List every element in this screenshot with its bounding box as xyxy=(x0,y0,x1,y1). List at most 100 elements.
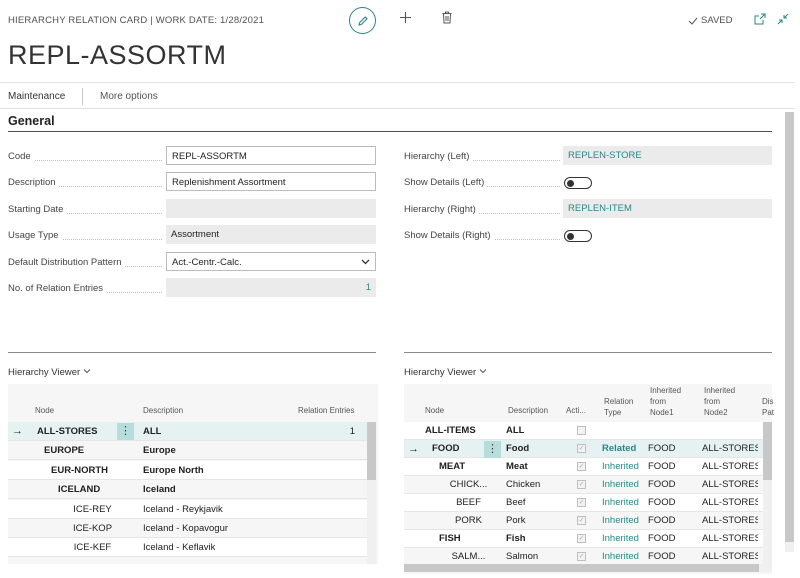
description-label: Description xyxy=(8,177,162,188)
node-cell[interactable]: PORK xyxy=(446,512,491,530)
table-row[interactable]: FISH Fish ✓ Inherited FOOD ALL-STORES xyxy=(404,530,763,548)
node-cell[interactable]: ALL-ITEMS xyxy=(425,422,476,440)
page-scrollbar[interactable] xyxy=(785,112,794,552)
active-checkbox[interactable]: ✓ xyxy=(577,444,586,453)
table-row[interactable]: CHICK... Chicken ✓ Inherited FOOD ALL-STORES xyxy=(404,476,763,494)
left-table-scrollbar[interactable] xyxy=(367,422,376,564)
relation-type-cell[interactable]: Inherited xyxy=(602,476,639,494)
col-relation-type-1[interactable]: Relation xyxy=(604,397,633,406)
relation-entries-cell xyxy=(288,519,355,538)
col-node[interactable]: Node xyxy=(35,406,54,415)
hierarchy-right-field[interactable]: REPLEN-ITEM xyxy=(563,199,772,218)
active-checkbox[interactable]: ✓ xyxy=(577,498,586,507)
arrow-right-icon: → xyxy=(408,443,419,455)
col-inherited-node2-2[interactable]: from xyxy=(704,397,720,406)
active-checkbox[interactable]: ✓ xyxy=(577,480,586,489)
table-row[interactable]: ICE-KEF Iceland - Keflavik xyxy=(8,538,367,558)
add-button[interactable] xyxy=(399,11,412,28)
active-checkbox[interactable]: ✓ xyxy=(577,552,586,561)
right-table-scrollbar[interactable] xyxy=(763,422,772,564)
table-row[interactable]: MEAT Meat ✓ Inherited FOOD ALL-STORES xyxy=(404,458,763,476)
open-new-window-icon xyxy=(754,13,766,25)
col-dis-2[interactable]: Pat xyxy=(762,408,774,417)
relation-type-cell[interactable]: Inherited xyxy=(602,530,639,548)
relation-type-cell[interactable]: Related xyxy=(602,440,636,458)
col-inherited-node1-2[interactable]: from xyxy=(650,397,666,406)
more-options-menu[interactable]: More options xyxy=(100,91,158,102)
col-inherited-node1-3[interactable]: Node1 xyxy=(650,408,674,417)
more-dots-icon[interactable]: ⋮ xyxy=(117,423,134,440)
node-cell[interactable]: EUROPE xyxy=(44,441,84,460)
node-cell[interactable]: ICELAND xyxy=(58,480,100,499)
right-table-hscrollbar[interactable] xyxy=(404,564,772,572)
col-inherited-node1-1[interactable]: Inherited xyxy=(650,386,681,395)
table-row[interactable]: BEEF Beef ✓ Inherited FOOD ALL-STORES xyxy=(404,494,763,512)
node-cell[interactable]: EUR-NORTH xyxy=(51,461,108,480)
show-details-left-toggle[interactable] xyxy=(564,177,592,189)
table-row[interactable]: EUROPE Europe xyxy=(8,441,367,461)
col-relation-type-2[interactable]: Type xyxy=(604,408,621,417)
table-row[interactable]: ICELAND Iceland xyxy=(8,480,367,500)
description-field[interactable]: Replenishment Assortment xyxy=(166,172,376,191)
node-cell[interactable]: CHICK... xyxy=(446,476,491,494)
collapse-button[interactable] xyxy=(777,13,789,29)
part-divider-right xyxy=(404,352,772,353)
relation-entries-field[interactable]: 1 xyxy=(166,278,376,297)
right-table-scrollbar-thumb[interactable] xyxy=(763,422,772,480)
maintenance-menu[interactable]: Maintenance xyxy=(8,91,65,102)
left-table-scrollbar-thumb[interactable] xyxy=(367,422,376,480)
description-cell: Iceland - Kopavogur xyxy=(143,523,229,534)
table-row[interactable]: EUR-NORTH Europe North xyxy=(8,460,367,480)
action-separator xyxy=(82,88,83,105)
table-row[interactable]: ICE-REY Iceland - Reykjavik xyxy=(8,499,367,519)
toggle-knob xyxy=(567,232,574,240)
col-relation-entries[interactable]: Relation Entries xyxy=(298,406,354,415)
code-field[interactable]: REPL-ASSORTM xyxy=(166,146,376,165)
active-checkbox[interactable]: ✓ xyxy=(577,462,586,471)
active-checkbox[interactable]: ✓ xyxy=(577,516,586,525)
node-cell[interactable]: MEAT xyxy=(439,458,465,476)
table-row[interactable]: ALL-ITEMS ALL xyxy=(404,422,763,440)
left-viewer-title[interactable]: Hierarchy Viewer xyxy=(8,367,91,378)
col-inherited-node2-3[interactable]: Node2 xyxy=(704,408,728,417)
table-row[interactable]: PORK Pork ✓ Inherited FOOD ALL-STORES xyxy=(404,512,763,530)
table-row[interactable]: ICE-KOP Iceland - Kopavogur xyxy=(8,519,367,538)
active-checkbox[interactable] xyxy=(577,426,586,435)
description-cell: Europe xyxy=(143,445,176,457)
node-cell[interactable]: BEEF xyxy=(446,494,491,512)
show-details-left-label: Show Details (Left) xyxy=(404,177,560,188)
usage-type-field[interactable]: Assortment xyxy=(166,225,376,244)
page-scrollbar-thumb[interactable] xyxy=(785,112,794,542)
col-node[interactable]: Node xyxy=(425,406,444,415)
table-row[interactable]: → FOOD ⋮ Food ✓ Related FOOD ALL-STORES xyxy=(404,440,763,458)
show-details-right-toggle[interactable] xyxy=(564,230,592,242)
description-cell: Chicken xyxy=(506,479,541,490)
relation-type-cell[interactable]: Inherited xyxy=(602,494,639,512)
node-cell[interactable]: ICE-REY xyxy=(65,500,120,519)
node-cell[interactable]: FOOD xyxy=(432,440,459,458)
node-cell[interactable]: ALL-STORES xyxy=(37,422,98,441)
open-new-window-button[interactable] xyxy=(754,13,766,29)
distribution-pattern-select[interactable]: Act.-Centr.-Calc. xyxy=(166,252,376,271)
right-viewer-title[interactable]: Hierarchy Viewer xyxy=(404,367,487,378)
col-description[interactable]: Description xyxy=(143,406,183,415)
table-row[interactable]: → ALL-STORES ⋮ ALL 1 xyxy=(8,422,367,441)
col-active[interactable]: Acti... xyxy=(566,406,586,415)
relation-type-cell[interactable]: Inherited xyxy=(602,458,639,476)
col-inherited-node2-1[interactable]: Inherited xyxy=(704,386,735,395)
node-cell[interactable]: ICE-KEF xyxy=(65,538,120,557)
col-dis-1[interactable]: Dis xyxy=(762,397,774,406)
starting-date-field[interactable] xyxy=(166,199,376,218)
right-table-hscrollbar-thumb[interactable] xyxy=(404,564,759,572)
more-dots-icon[interactable]: ⋮ xyxy=(484,440,501,458)
section-general-title[interactable]: General xyxy=(8,114,55,128)
node-cell[interactable]: FISH xyxy=(439,530,461,548)
edit-button[interactable] xyxy=(349,7,376,34)
col-description[interactable]: Description xyxy=(508,406,548,415)
delete-button[interactable] xyxy=(441,11,453,28)
active-checkbox[interactable]: ✓ xyxy=(577,534,586,543)
node-cell[interactable]: ICE-KOP xyxy=(65,519,120,538)
starting-date-label: Starting Date xyxy=(8,204,162,215)
hierarchy-left-field[interactable]: REPLEN-STORE xyxy=(563,146,772,165)
relation-type-cell[interactable]: Inherited xyxy=(602,512,639,530)
